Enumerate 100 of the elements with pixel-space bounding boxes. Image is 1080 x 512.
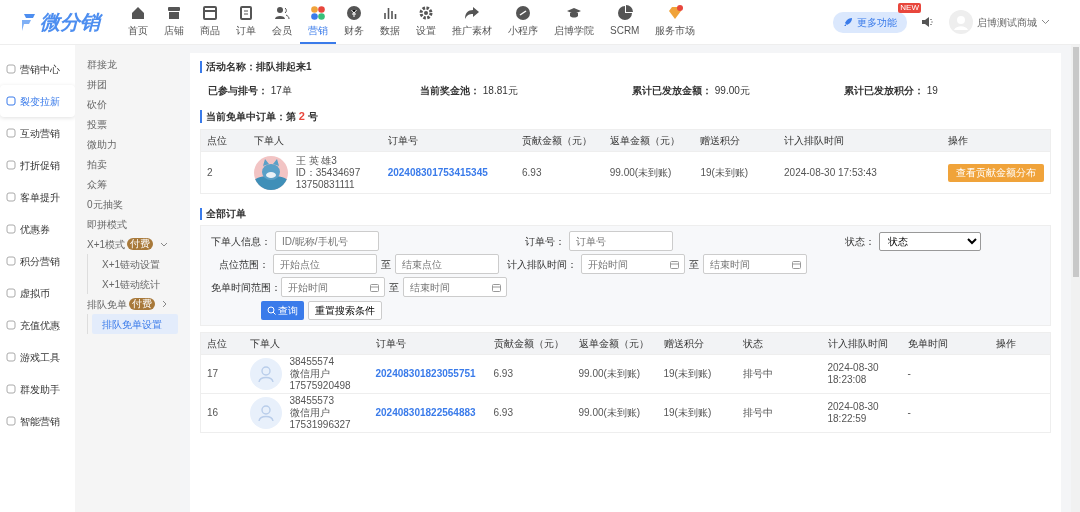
apps-icon (310, 4, 326, 21)
user-info-text: 13750831111 (295, 178, 356, 191)
sidebar-item[interactable]: 积分营销 (0, 245, 75, 277)
sidebar-item[interactable]: 群发助手 (0, 373, 75, 405)
column-header: 贡献金额（元） (516, 129, 604, 152)
user-info-text: 38455574 (289, 356, 335, 368)
user-info-text: 17531996327 (289, 419, 351, 431)
speaker-icon[interactable] (921, 15, 935, 29)
order-number-link[interactable]: 202408301753415345 (387, 166, 488, 178)
search-button[interactable]: 查询 (261, 301, 304, 320)
scrollbar-thumb[interactable] (1072, 47, 1079, 277)
nav-tab[interactable]: 营销 (300, 0, 336, 44)
input-field[interactable]: 开始点位 (273, 254, 377, 274)
submenu-item[interactable]: 微助力 (83, 134, 178, 154)
reset-button[interactable]: 重置搜索条件 (308, 301, 382, 320)
paid-badge: 付费 (129, 298, 155, 310)
table-cell: 6.93 (522, 166, 542, 178)
stat-label: 当前奖金池： (420, 85, 480, 96)
sidebar-item[interactable]: 虚拟币 (0, 277, 75, 309)
table-cell: 6.93 (493, 368, 513, 379)
sidebar-item[interactable]: 打折促销 (0, 149, 75, 181)
settings-icon (418, 4, 434, 21)
sidebar-item[interactable]: 客单提升 (0, 181, 75, 213)
input-field[interactable]: 订单号 (569, 231, 673, 251)
submenu-item[interactable]: 即拼模式 (83, 214, 178, 234)
nav-tab[interactable]: 会员 (264, 0, 300, 44)
submenu-item[interactable]: 众筹 (83, 174, 178, 194)
calendar-icon (670, 260, 679, 269)
user-info-text: 38455573 (289, 395, 335, 407)
date-field[interactable]: 结束时间 (403, 277, 507, 297)
nav-tab[interactable]: 启博学院 (546, 0, 602, 44)
table-cell: 19(未到账) (700, 166, 749, 178)
table-cell: 2 (207, 166, 213, 178)
menu-item-icon (6, 320, 16, 330)
nav-tab[interactable]: 财务 (336, 0, 372, 44)
menu-item-icon (6, 160, 16, 170)
date-field[interactable]: 开始时间 (281, 277, 385, 297)
nav-tab[interactable]: 数据 (372, 0, 408, 44)
submenu-item[interactable]: 排队免单 付费 (83, 294, 178, 314)
calendar-icon (492, 283, 501, 292)
column-header: 计入排队时间 (821, 332, 902, 355)
nav-tab[interactable]: 首页 (120, 0, 156, 44)
submenu-item[interactable]: 拼团 (83, 74, 178, 94)
table-cell: 19(未到账) (663, 407, 712, 418)
sidebar-item[interactable]: 智能营销 (0, 405, 75, 437)
submenu-item[interactable]: X+1链动设置 (92, 254, 178, 274)
submenu-item[interactable]: 拍卖 (83, 154, 178, 174)
submenu-item[interactable]: 砍价 (83, 94, 178, 114)
sidebar-item[interactable]: 裂变拉新 (0, 85, 75, 117)
table-cell: 6.93 (493, 407, 513, 418)
input-field[interactable]: ID/昵称/手机号 (275, 231, 379, 251)
column-header: 免单时间 (901, 332, 990, 355)
submenu-item[interactable]: 排队免单设置 (92, 314, 178, 334)
store-name[interactable]: 启博测试商城 (977, 14, 1037, 30)
store-icon (166, 4, 182, 21)
calendar-icon (370, 283, 379, 292)
nav-tab[interactable]: 设置 (408, 0, 444, 44)
submenu-item[interactable]: 群接龙 (83, 54, 178, 74)
sidebar-item[interactable]: 充值优惠 (0, 309, 75, 341)
stat-value: 18.81元 (481, 85, 518, 96)
status-select[interactable]: 状态 (879, 231, 981, 251)
submenu-item[interactable]: X+1链动统计 (92, 274, 178, 294)
menu-item-icon (6, 288, 16, 298)
coin-icon (346, 4, 362, 21)
order-number-link[interactable]: 202408301823055751 (375, 368, 476, 379)
menu-item-icon (6, 352, 16, 362)
chevron-down-icon[interactable] (1041, 19, 1050, 25)
column-header: 订单号 (381, 129, 516, 152)
submenu-item[interactable]: 0元抽奖 (83, 194, 178, 214)
sidebar-item[interactable]: 游戏工具 (0, 341, 75, 373)
date-field[interactable]: 结束时间 (703, 254, 807, 274)
column-header: 下单人 (247, 129, 382, 152)
nav-tab[interactable]: SCRM (602, 0, 648, 44)
stat-value: 99.00元 (713, 85, 750, 96)
submenu-item[interactable]: 投票 (83, 114, 178, 134)
table-cell: 99.00(未到账) (609, 166, 672, 178)
column-header: 返单金额（元） (572, 332, 658, 355)
input-field[interactable]: 结束点位 (395, 254, 499, 274)
nav-tab[interactable]: 订单 (228, 0, 264, 44)
stat-value: 19 (925, 85, 938, 96)
nav-tab[interactable]: 小程序 (500, 0, 546, 44)
user-info-text: 微信用户 (289, 368, 331, 380)
nav-tab[interactable]: 推广素材 (444, 0, 500, 44)
menu-item-icon (6, 192, 16, 202)
date-field[interactable]: 开始时间 (581, 254, 685, 274)
nav-tab[interactable]: 店铺 (156, 0, 192, 44)
table-cell-text: 2024-08-30 (827, 362, 880, 374)
table-cell: 17 (207, 368, 219, 379)
column-header: 点位 (200, 129, 248, 152)
table-cell: 99.00(未到账) (578, 407, 641, 418)
calendar-icon (792, 260, 801, 269)
column-header: 操作 (989, 332, 1051, 355)
sidebar-item[interactable]: 互动营销 (0, 117, 75, 149)
submenu-item[interactable]: X+1模式 付费 (83, 234, 178, 254)
home-icon (130, 4, 146, 21)
sidebar-item[interactable]: 营销中心 (0, 53, 75, 85)
nav-tab[interactable]: 服务市场 (647, 0, 704, 44)
order-number-link[interactable]: 202408301822564883 (375, 407, 476, 418)
sidebar-item[interactable]: 优惠券 (0, 213, 75, 245)
nav-tab[interactable]: 商品 (192, 0, 228, 44)
